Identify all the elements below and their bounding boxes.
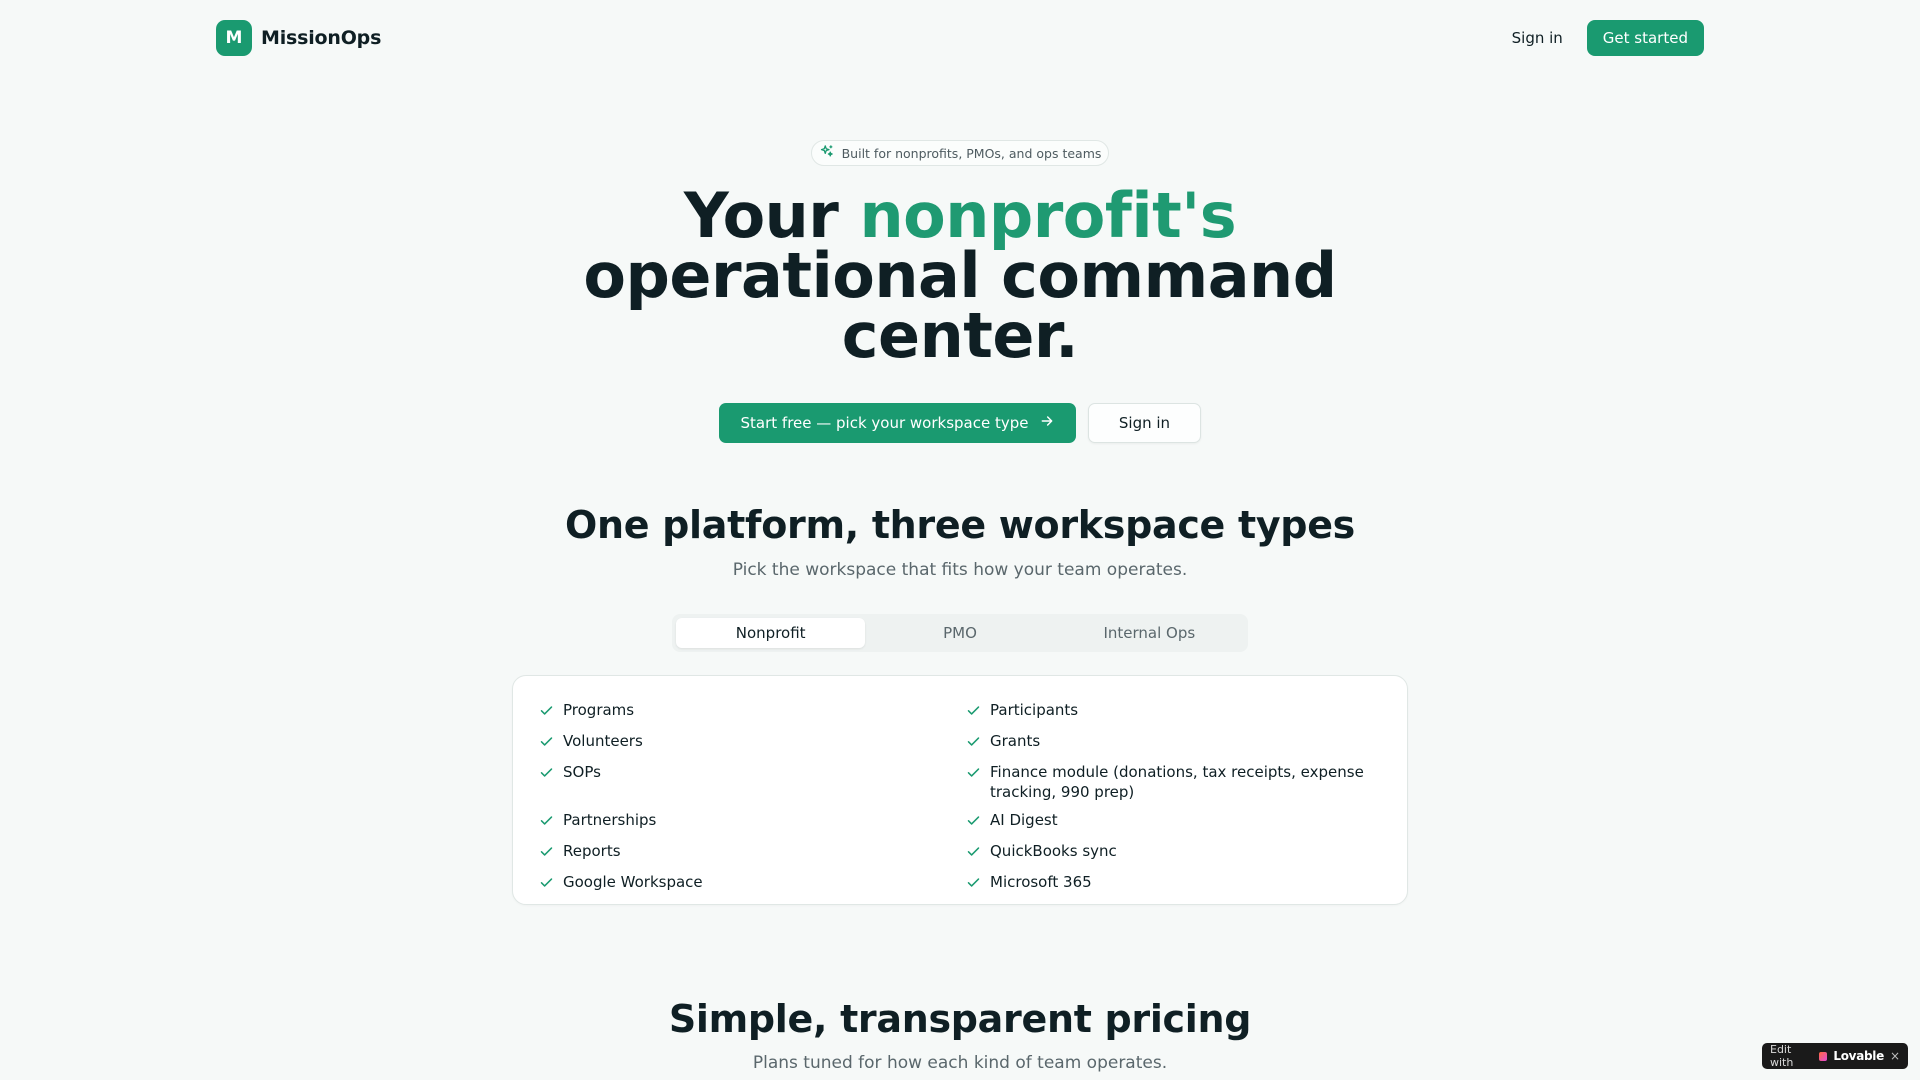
hero-badge-text: Built for nonprofits, PMOs, and ops team… <box>841 145 1102 161</box>
check-icon <box>539 872 554 895</box>
feature-label: Participants <box>990 701 1079 719</box>
feature-item: Google Workspace <box>539 872 966 895</box>
check-icon <box>966 872 981 895</box>
start-free-label: Start free — pick your workspace type <box>740 414 1029 432</box>
hero-title-line3: center. <box>841 299 1079 372</box>
feature-label: Programs <box>563 701 635 719</box>
workspace-section-subtitle: Pick the workspace that fits how your te… <box>732 560 1188 580</box>
feature-label: SOPs <box>563 763 601 781</box>
close-icon[interactable]: × <box>1890 1049 1900 1063</box>
check-icon <box>966 700 981 723</box>
tab-pmo[interactable]: PMO <box>865 618 1054 648</box>
feature-label: Grants <box>990 732 1041 750</box>
pricing-section-title: Simple, transparent pricing <box>668 997 1252 1041</box>
arrow-right-icon <box>1039 413 1055 433</box>
features-card: Programs Participants Volunteers Grants SOPs… <box>512 675 1408 905</box>
feature-label: Microsoft 365 <box>990 873 1092 891</box>
workspace-section-title: One platform, three workspace types <box>564 503 1355 547</box>
feature-item: AI Digest <box>966 810 1381 833</box>
site-header: M MissionOps Sign in Get started <box>216 20 1704 56</box>
hero-title: Your nonprofit's operational command cen… <box>460 185 1460 372</box>
tab-nonprofit[interactable]: Nonprofit <box>676 618 866 648</box>
check-icon <box>966 810 981 833</box>
brand-name: MissionOps <box>261 27 382 49</box>
lovable-name: Lovable <box>1833 1049 1884 1063</box>
check-icon <box>539 731 554 754</box>
feature-label: Google Workspace <box>563 873 703 891</box>
landing-page: M MissionOps Sign in Get started Built f… <box>0 0 1920 1080</box>
feature-item: Partnerships <box>539 810 966 833</box>
check-icon <box>966 731 981 754</box>
feature-item: Reports <box>539 841 966 864</box>
feature-label: Finance module (donations, tax receipts,… <box>990 763 1364 801</box>
check-icon <box>966 841 981 864</box>
feature-item: Grants <box>966 731 1381 754</box>
lovable-prefix: Edit with <box>1770 1043 1794 1069</box>
feature-item: Finance module (donations, tax receipts,… <box>966 762 1381 802</box>
header-sign-in-link[interactable]: Sign in <box>1512 21 1563 55</box>
feature-label: Partnerships <box>563 811 657 829</box>
feature-item: Microsoft 365 <box>966 872 1381 895</box>
feature-item: SOPs <box>539 762 966 802</box>
feature-label: Volunteers <box>563 732 643 750</box>
feature-item: Programs <box>539 700 966 723</box>
check-icon <box>539 762 554 785</box>
check-icon <box>539 810 554 833</box>
feature-label: AI Digest <box>990 811 1058 829</box>
brand-mark: M <box>216 20 252 56</box>
feature-item: Participants <box>966 700 1381 723</box>
sparkles-icon <box>819 144 834 162</box>
header-nav: Sign in Get started <box>1512 20 1704 56</box>
get-started-button[interactable]: Get started <box>1586 20 1704 56</box>
start-free-button[interactable]: Start free — pick your workspace type <box>719 403 1076 443</box>
check-icon <box>539 700 554 723</box>
lovable-logo-icon <box>1819 1051 1828 1061</box>
hero-badge: Built for nonprofits, PMOs, and ops team… <box>811 140 1109 166</box>
check-icon <box>966 762 981 785</box>
workspace-type-tabs: Nonprofit PMO Internal Ops <box>672 614 1248 652</box>
feature-label: QuickBooks sync <box>990 842 1117 860</box>
hero-sign-in-button[interactable]: Sign in <box>1088 403 1201 443</box>
pricing-section-subtitle: Plans tuned for how each kind of team op… <box>752 1053 1168 1073</box>
feature-item: Volunteers <box>539 731 966 754</box>
hero-title-line2: operational command <box>583 239 1337 312</box>
check-icon <box>539 841 554 864</box>
hero-cta-row: Start free — pick your workspace type Si… <box>0 403 1920 443</box>
brand-logo[interactable]: M MissionOps <box>216 20 381 56</box>
features-list: Programs Participants Volunteers Grants SOPs… <box>539 700 1381 895</box>
feature-label: Reports <box>563 842 621 860</box>
tab-internal-ops[interactable]: Internal Ops <box>1055 618 1244 648</box>
edit-with-lovable-badge[interactable]: Edit with Lovable × <box>1762 1043 1908 1069</box>
feature-item: QuickBooks sync <box>966 841 1381 864</box>
